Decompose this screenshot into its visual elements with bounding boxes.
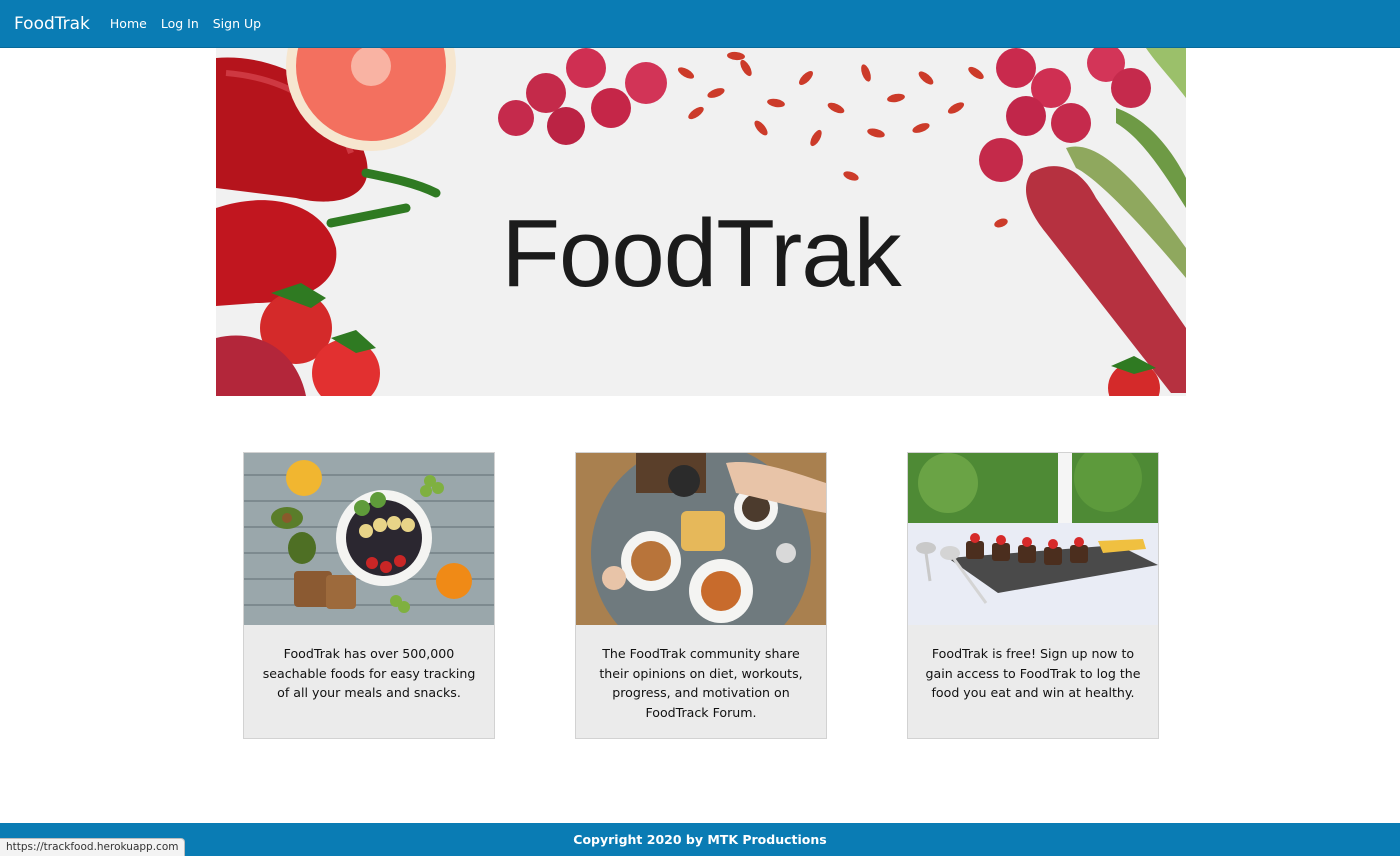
- breakfast-table-image: [244, 453, 494, 625]
- nav-link-login[interactable]: Log In: [161, 16, 199, 31]
- card-text-signup: FoodTrak is free! Sign up now to gain ac…: [925, 646, 1141, 700]
- shared-meal-image: [576, 453, 826, 625]
- hero-banner: FoodTrak: [216, 48, 1186, 396]
- nav-link-home[interactable]: Home: [110, 16, 147, 31]
- navbar-brand[interactable]: FoodTrak: [14, 14, 90, 34]
- desserts-table-image: [908, 453, 1158, 625]
- hero-title: FoodTrak: [501, 200, 901, 307]
- browser-status-url: https://trackfood.herokuapp.com: [0, 838, 186, 856]
- nav-link-signup[interactable]: Sign Up: [213, 16, 261, 31]
- top-navbar: FoodTrak Home Log In Sign Up: [0, 0, 1400, 48]
- feature-card-signup: FoodTrak is free! Sign up now to gain ac…: [907, 452, 1159, 739]
- card-text-foods: FoodTrak has over 500,000 seachable food…: [262, 646, 476, 700]
- copyright-text: Copyright 2020 by MTK Productions: [573, 832, 827, 847]
- feature-card-community: The FoodTrak community share their opini…: [575, 452, 827, 739]
- page-footer: Copyright 2020 by MTK Productions: [0, 823, 1400, 856]
- card-text-community: The FoodTrak community share their opini…: [599, 646, 803, 720]
- feature-card-foods: FoodTrak has over 500,000 seachable food…: [243, 452, 495, 739]
